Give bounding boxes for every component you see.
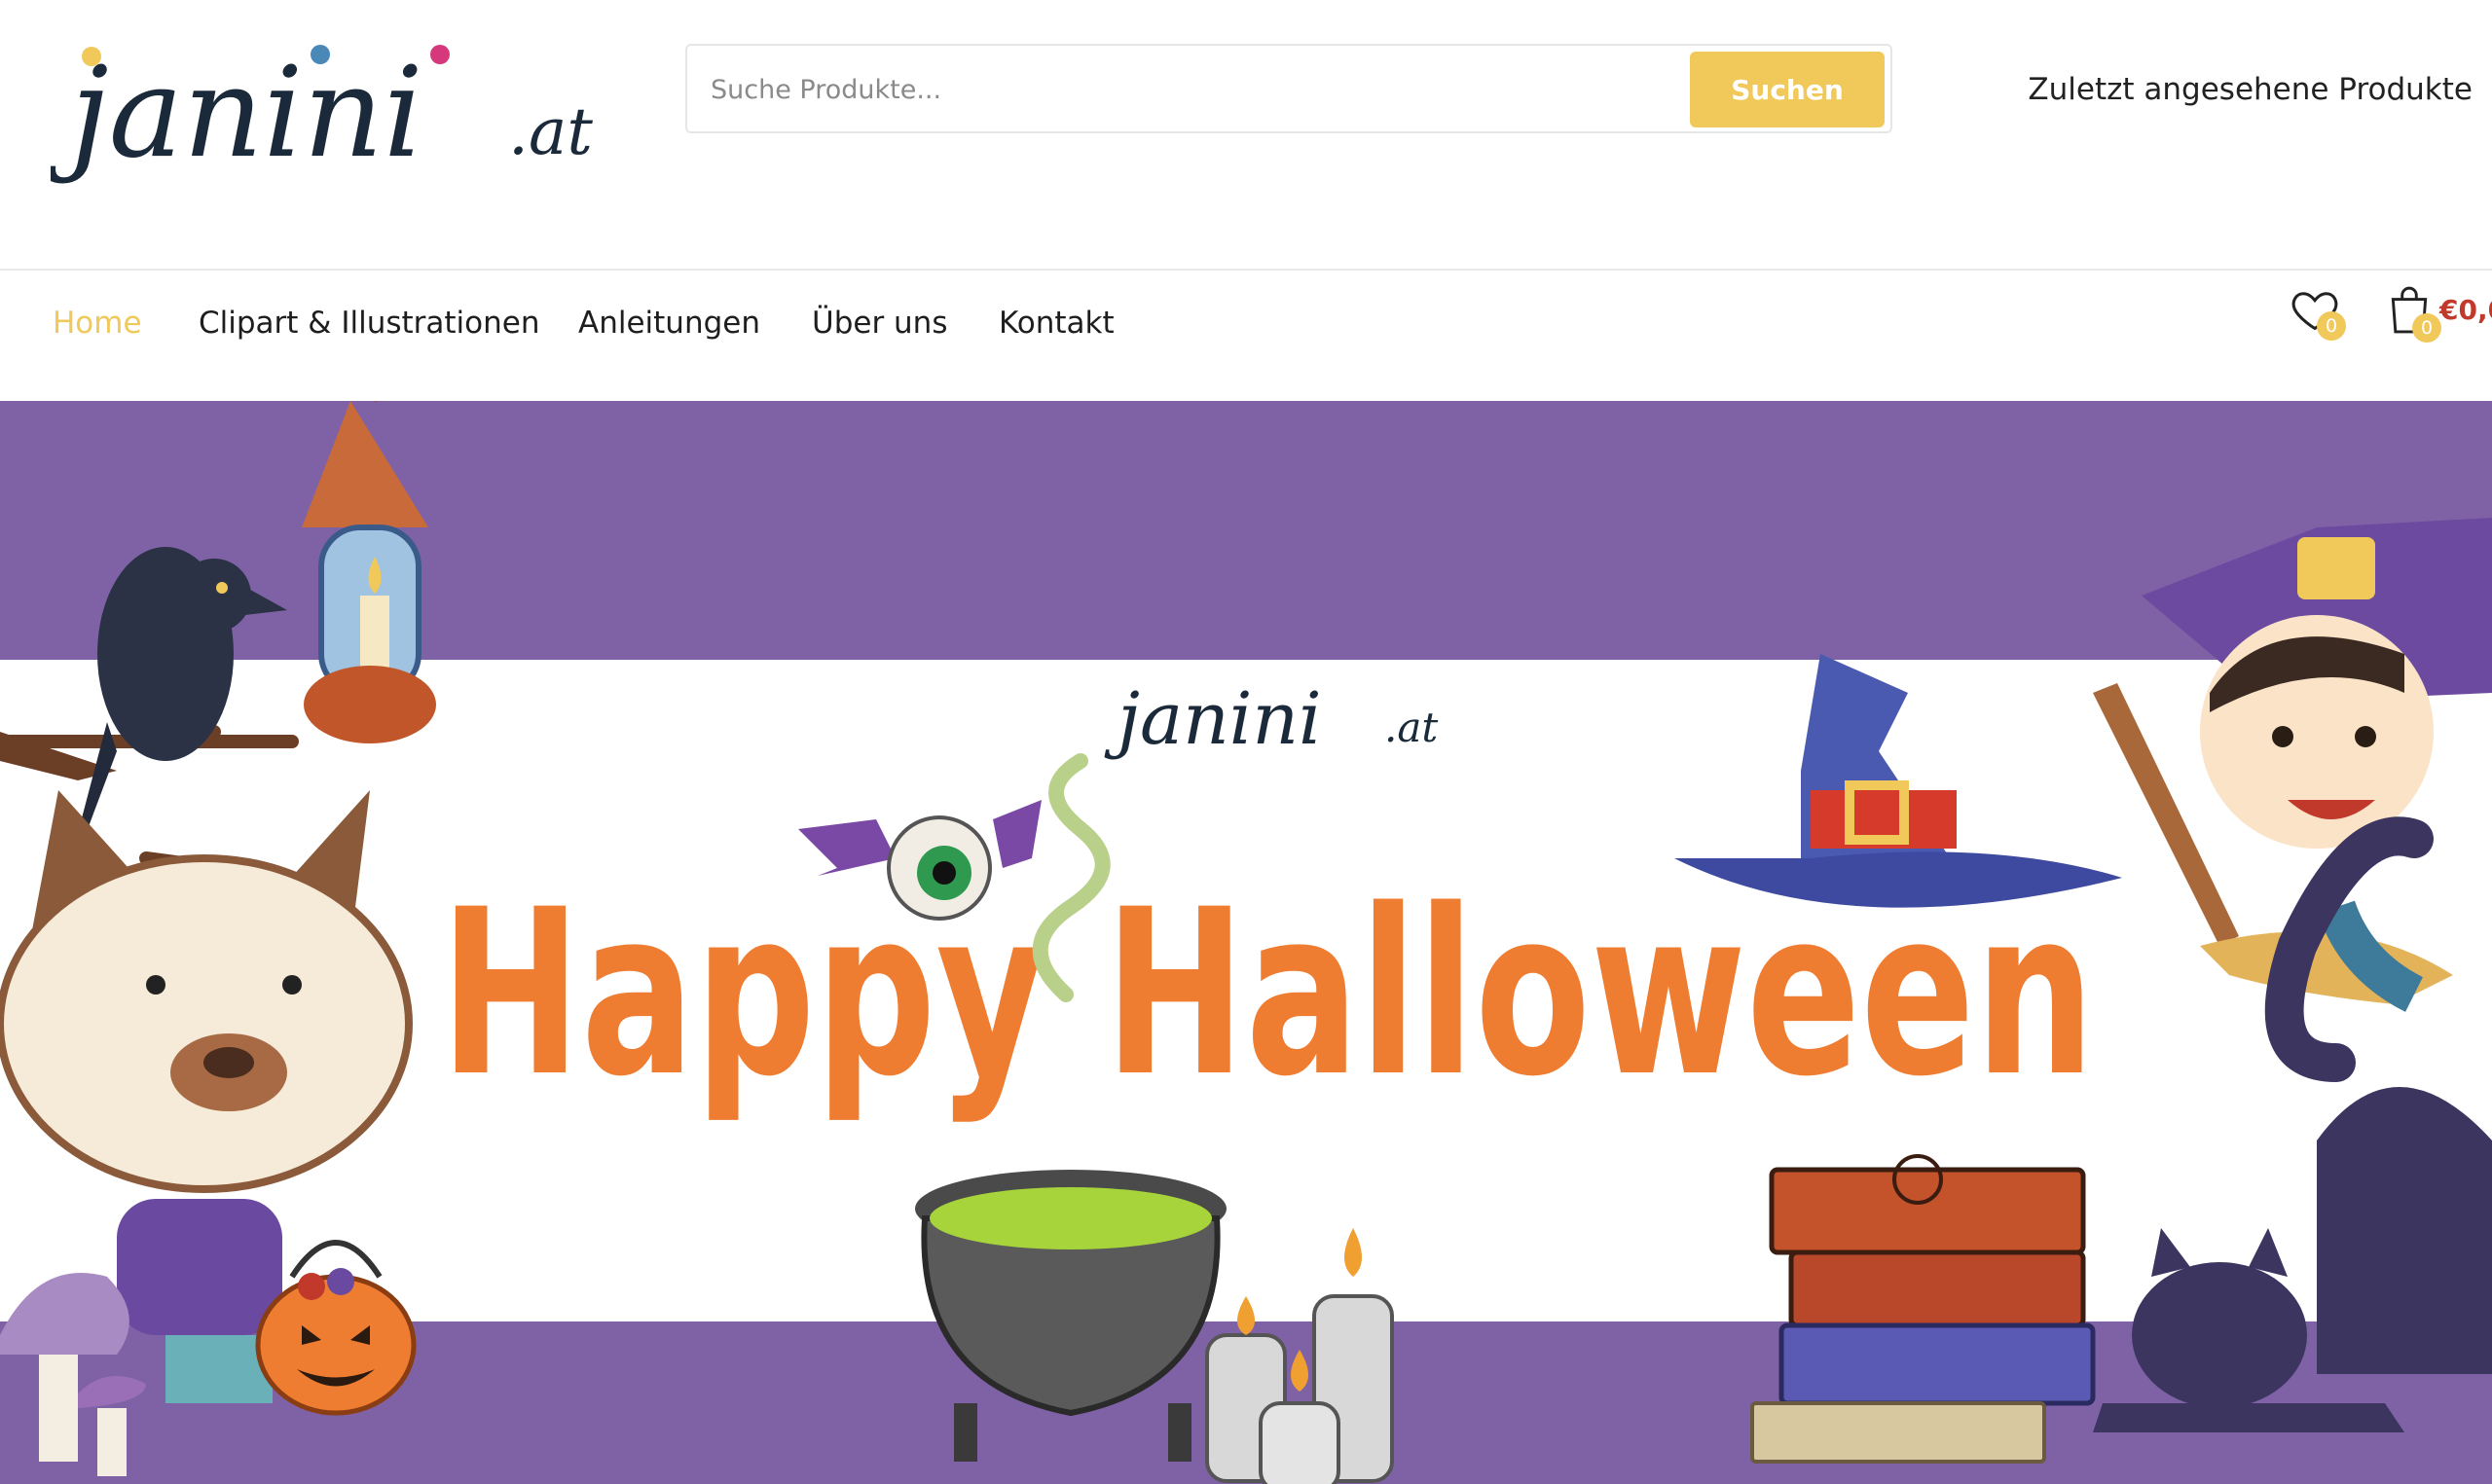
halloween-banner[interactable]: janini .at Happy Halloween: [0, 401, 2492, 1484]
nav-item-clipart[interactable]: Clipart & Illustrationen: [199, 306, 540, 341]
svg-text:.at: .at: [508, 94, 593, 169]
wishlist-button[interactable]: 0: [2290, 284, 2348, 343]
cart-total[interactable]: €0,00: [2439, 294, 2492, 326]
wishlist-count-badge: 0: [2317, 311, 2346, 341]
search-box: Suchen: [685, 44, 1892, 133]
search-button[interactable]: Suchen: [1690, 52, 1885, 127]
recently-viewed-link[interactable]: Zuletzt angesehene Produkte: [2028, 72, 2473, 107]
svg-text:.at: .at: [1384, 704, 1438, 751]
spell-books-icon: [1750, 1154, 2096, 1464]
cart-button[interactable]: 0: [2385, 282, 2443, 344]
nav-item-anleitungen[interactable]: Anleitungen: [578, 306, 760, 341]
site-header: janini .at Suchen Zuletzt angesehene Pro…: [0, 0, 2492, 269]
nav-item-ueber-uns[interactable]: Über uns: [812, 306, 948, 341]
nav-item-kontakt[interactable]: Kontakt: [999, 306, 1115, 341]
nav-item-home[interactable]: Home: [53, 306, 142, 341]
search-input[interactable]: [709, 63, 1647, 116]
halloween-banner-image: janini .at Happy Halloween: [0, 401, 2492, 1484]
svg-text:janini: janini: [1104, 677, 1322, 761]
svg-text:janini: janini: [51, 41, 423, 186]
cart-count-badge: 0: [2412, 313, 2441, 343]
janini-logo[interactable]: janini .at: [51, 39, 635, 234]
main-nav: Home Clipart & Illustrationen Anleitunge…: [0, 271, 2492, 401]
